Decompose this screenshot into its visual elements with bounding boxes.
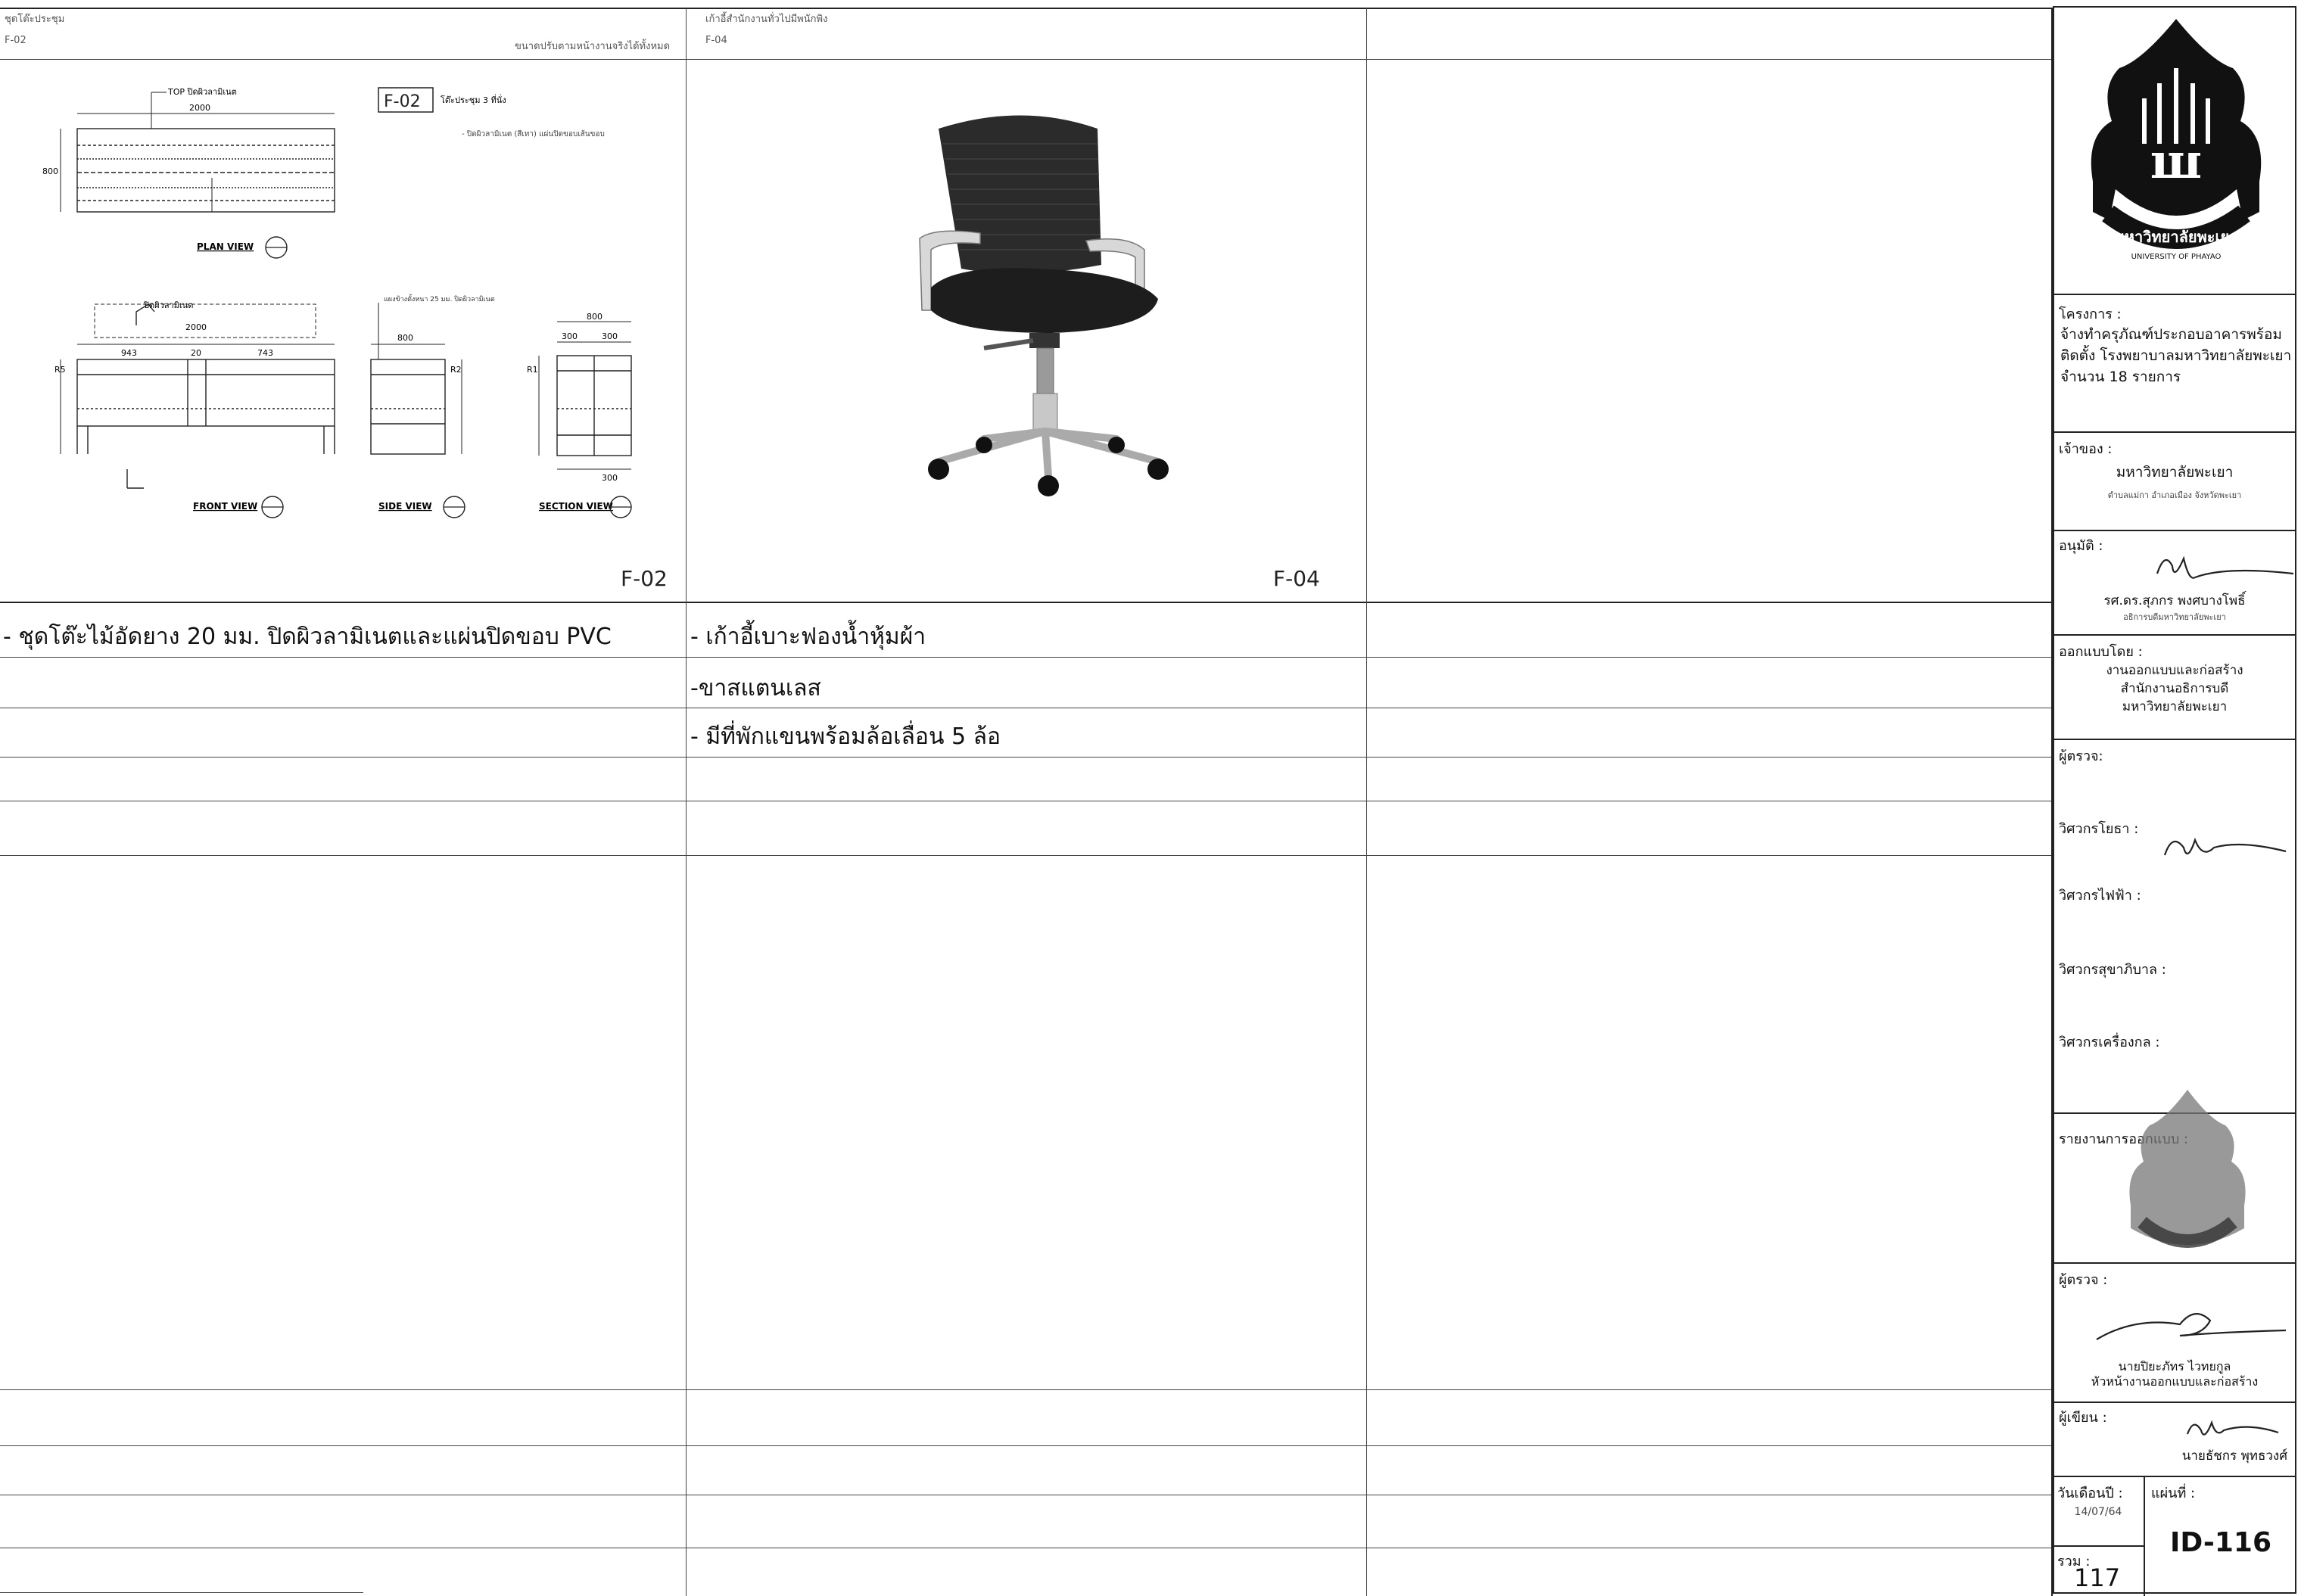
- side-view: [370, 303, 462, 455]
- civil-signature-icon: [2163, 837, 2287, 856]
- office-chair-image: [908, 106, 1196, 499]
- col1-header-note: ขนาดปรับตามหน้างานจริงได้ทั้งหมด: [515, 41, 671, 52]
- checker-name: นายปิยะภัทร ไวทยกูล: [2118, 1359, 2231, 1374]
- eng-civil-label: วิศวกรโยธา :: [2059, 821, 2139, 837]
- eng-mechanical-label: วิศวกรเครื่องกล :: [2059, 1034, 2160, 1050]
- office-chair-photo: [919, 115, 1169, 496]
- section-dim-d: 300: [602, 473, 618, 483]
- front-mid-dim: 20: [191, 348, 201, 358]
- col2-header-code: F-04: [705, 35, 727, 46]
- col1-header-title: ชุดโต๊ะประชุม: [5, 14, 65, 25]
- side-note: แผงข้างตั้งหนา 25 มม. ปิดผิวลามิเนต: [384, 294, 495, 303]
- university-stamp-icon: [2129, 1090, 2246, 1248]
- date-label: วันเดือนปี :: [2057, 1486, 2123, 1501]
- col1-header-code: F-02: [5, 35, 26, 46]
- front-width-dim: 2000: [185, 322, 207, 332]
- university-logo: ꟺ มหาวิทยาลัยพะเยา UNIVERSITY OF PHAYAO: [2078, 15, 2275, 272]
- plan-top-note: TOP ปิดผิวลามิเนต: [167, 87, 237, 97]
- writer-signature-icon: [2186, 1420, 2279, 1436]
- section-view-label: SECTION VIEW: [539, 501, 613, 512]
- sheet-number: ID-116: [2169, 1527, 2272, 1558]
- approve-label: อนุมัติ :: [2059, 538, 2103, 554]
- col2-item-code: F-04: [1273, 566, 1320, 591]
- side-radius: R2: [450, 365, 462, 375]
- design-line-3: มหาวิทยาลัยพะเยา: [2122, 699, 2228, 714]
- col2-row-3: - มีที่พักแขนพร้อมล้อเลื่อน 5 ล้อ: [690, 723, 1001, 750]
- front-note: ปิดผิวลามิเนต: [143, 300, 193, 310]
- section-top-dim: 800: [587, 312, 602, 322]
- project-text: จ้างทำครุภัณฑ์ประกอบอาคารพร้อมติดตั้ง โร…: [2060, 326, 2292, 385]
- date-value: 14/07/64: [2074, 1506, 2122, 1518]
- writer-label: ผู้เขียน :: [2059, 1410, 2107, 1426]
- front-view-label: FRONT VIEW: [193, 501, 257, 512]
- col2-row-2: -ขาสแตนเลส: [690, 675, 821, 702]
- university-crest-icon: ꟺ มหาวิทยาลัยพะเยา UNIVERSITY OF PHAYAO: [2091, 19, 2262, 261]
- design-line-1: งานออกแบบและก่อสร้าง: [2106, 663, 2243, 678]
- drawing-note: - ปิดผิวลามิเนต (สีเทา) แผ่นปิดขอบเส้นขอ…: [462, 129, 605, 138]
- drawing-title: โต๊ะประชุม 3 ที่นั่ง: [441, 94, 506, 105]
- plan-width-dim: 2000: [189, 103, 210, 113]
- checker-signature-icon: [2096, 1313, 2287, 1340]
- cad-drawing-svg: TOP ปิดผิวลามิเนต 2000 800 PLAN VIEW F-0…: [42, 87, 632, 518]
- design-label: ออกแบบโดย :: [2059, 644, 2143, 660]
- col2-header-title: เก้าอี้สำนักงานทั่วไปมีพนักพิง: [705, 14, 828, 25]
- section-dim-c: 300: [602, 331, 618, 341]
- logo-english-name: UNIVERSITY OF PHAYAO: [2131, 253, 2222, 261]
- approve-name: รศ.ดร.สุภกร พงศบางโพธิ์: [2103, 593, 2246, 608]
- col1-row-1: - ชุดโต๊ะไม้อัดยาง 20 มม. ปิดผิวลามิเนตแ…: [3, 624, 612, 650]
- front-left-dim: 943: [121, 348, 137, 358]
- writer-name: นายธัชกร พุทธวงศ์: [2181, 1448, 2287, 1464]
- drawing-tag: F-02: [384, 92, 421, 111]
- owner-name: มหาวิทยาลัยพะเยา: [2116, 464, 2234, 481]
- plan-view-label: PLAN VIEW: [197, 241, 254, 252]
- project-label: โครงการ :: [2059, 306, 2122, 322]
- logo-thai-name: มหาวิทยาลัยพะเยา: [2115, 228, 2238, 246]
- col1-item-code: F-02: [621, 566, 668, 591]
- total-value: 117: [2074, 1563, 2121, 1592]
- table-drawing: TOP ปิดผิวลามิเนต 2000 800 PLAN VIEW F-0…: [15, 76, 681, 560]
- check-label: ผู้ตรวจ:: [2059, 748, 2103, 764]
- front-radius: R5: [54, 365, 66, 375]
- section-dim-b: 300: [562, 331, 578, 341]
- section-view: [538, 321, 632, 470]
- plan-depth-dim: 800: [42, 166, 58, 176]
- logo-monogram: ꟺ: [2150, 133, 2202, 190]
- design-line-2: สำนักงานอธิการบดี: [2120, 681, 2229, 696]
- front-right-dim: 743: [257, 348, 273, 358]
- approve-signature-icon: [2156, 555, 2294, 579]
- sheet-label: แผ่นที่ :: [2151, 1486, 2196, 1501]
- checker-label: ผู้ตรวจ :: [2059, 1272, 2108, 1288]
- owner-address: ตำบลแม่กา อำเภอเมือง จังหวัดพะเยา: [2107, 490, 2242, 500]
- side-view-label: SIDE VIEW: [378, 501, 432, 512]
- approve-title: อธิการบดีมหาวิทยาลัยพะเยา: [2123, 612, 2226, 622]
- col2-row-1: - เก้าอี้เบาะฟองน้ำหุ้มผ้า: [690, 624, 926, 650]
- section-radius: R1: [527, 365, 538, 375]
- eng-sanitary-label: วิศวกรสุขาภิบาล :: [2059, 962, 2166, 978]
- eng-electric-label: วิศวกรไฟฟ้า :: [2059, 888, 2141, 904]
- side-width-dim: 800: [397, 333, 413, 343]
- checker-title: หัวหน้างานออกแบบและก่อสร้าง: [2091, 1374, 2259, 1389]
- owner-label: เจ้าของ :: [2059, 441, 2113, 457]
